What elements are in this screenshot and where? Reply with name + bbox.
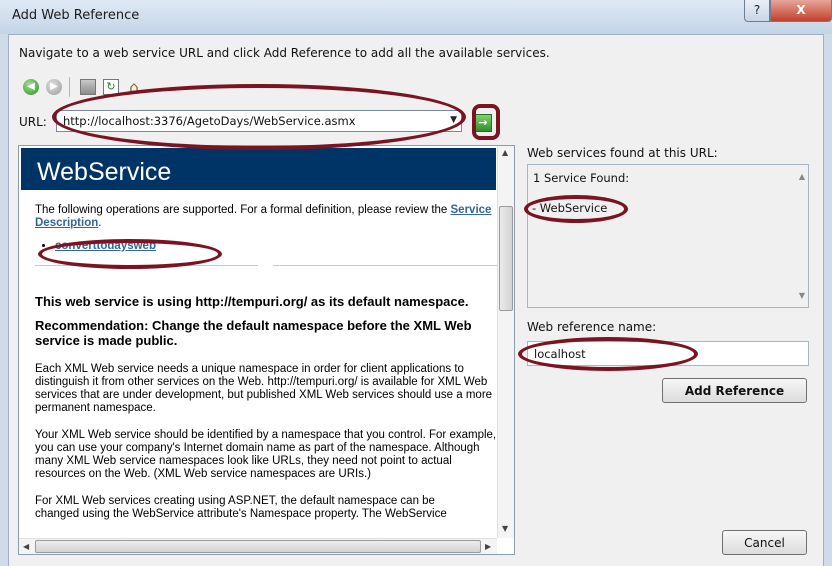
service-header: WebService [21,148,496,190]
url-label: URL: [19,115,47,129]
service-title: WebService [37,158,172,186]
scroll-up-icon[interactable]: ▲ [502,148,508,157]
namespace-paragraph-2: Your XML Web service should be identifie… [35,429,497,480]
vertical-scroll-thumb[interactable] [499,206,513,311]
home-icon[interactable]: ⌂ [126,79,142,95]
namespace-paragraph-1: Each XML Web service needs a unique name… [35,363,493,414]
chevron-down-icon[interactable]: ▼ [450,115,457,125]
divider [273,265,497,266]
list-item[interactable]: - WebService [532,201,607,215]
services-found-list[interactable]: 1 Service Found: - WebService ▲ ▼ [527,164,809,308]
stop-icon[interactable] [80,79,96,95]
toolbar-separator [69,77,70,97]
reference-name-label: Web reference name: [527,320,657,334]
divider [35,265,258,266]
scroll-down-icon[interactable]: ▼ [502,524,508,533]
back-arrow-icon[interactable]: ◀ [23,79,39,95]
close-button[interactable]: X [770,0,832,22]
service-content: The following operations are supported. … [35,204,497,521]
refresh-icon[interactable]: ↻ [103,79,119,95]
forward-arrow-icon[interactable]: ▶ [46,79,62,95]
services-count: 1 Service Found: [533,171,630,185]
help-button[interactable]: ? [744,0,770,22]
namespace-paragraph-3-cut: changed using the WebService attribute's… [35,508,447,520]
recommendation-heading: Recommendation: Change the default names… [35,318,472,348]
scroll-up-icon[interactable]: ▲ [799,172,805,181]
list-item: converttodaysweb [55,240,497,252]
services-found-label: Web services found at this URL: [527,146,718,160]
horizontal-scroll-thumb[interactable] [35,540,481,553]
scroll-down-icon[interactable]: ▼ [799,291,805,300]
go-arrow-icon[interactable]: → [474,114,492,132]
cancel-button[interactable]: Cancel [722,530,807,555]
scroll-right-icon[interactable]: ▶ [485,542,491,551]
horizontal-scrollbar[interactable]: ◀ ▶ [19,538,497,554]
add-reference-button[interactable]: Add Reference [662,378,807,403]
window-title: Add Web Reference [12,8,140,23]
instruction-text: Navigate to a web service URL and click … [19,46,550,60]
vertical-scrollbar[interactable]: ▲ ▼ [497,146,514,538]
operations-list: converttodaysweb [35,240,497,252]
namespace-heading: This web service is using http://tempuri… [35,294,469,309]
operations-intro: The following operations are supported. … [35,204,492,229]
url-value: http://localhost:3376/AgetoDays/WebServi… [63,114,356,128]
url-combobox[interactable]: http://localhost:3376/AgetoDays/WebServi… [56,110,462,132]
reference-name-input[interactable] [527,341,809,366]
divider-area [35,252,497,294]
operation-link-converttodaysweb[interactable]: converttodaysweb [55,240,156,252]
service-browser-pane[interactable]: WebService The following operations are … [18,145,515,555]
scroll-left-icon[interactable]: ◀ [23,542,29,551]
namespace-paragraph-3: For XML Web services creating using ASP.… [35,495,435,507]
